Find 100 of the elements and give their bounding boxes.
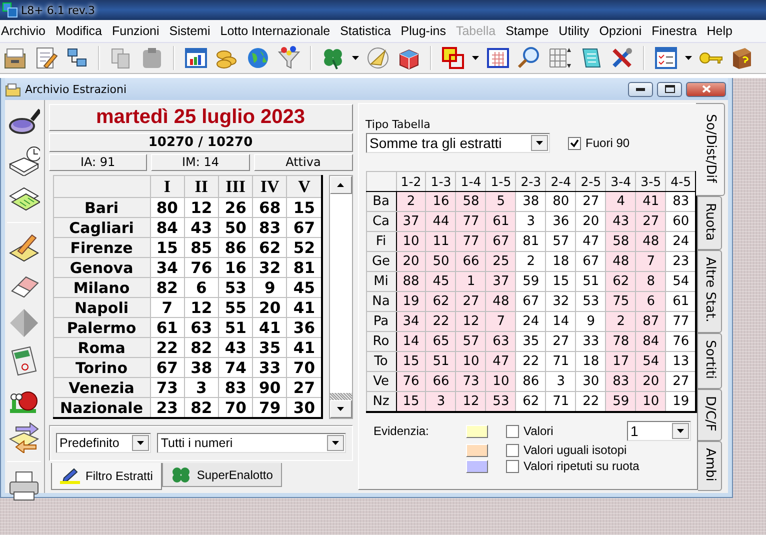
sum-cell: 77 (456, 232, 486, 252)
number-cell: 81 (286, 258, 322, 278)
menu-item[interactable]: Utility (558, 22, 594, 40)
maximize-button[interactable] (657, 82, 682, 96)
menu-item[interactable]: Statistica (339, 22, 396, 40)
color-swatch[interactable] (466, 424, 488, 438)
caret-icon[interactable] (685, 56, 692, 60)
close-button[interactable] (686, 82, 726, 96)
sum-cell: 76 (666, 332, 696, 352)
sum-cell: 13 (666, 352, 696, 372)
sum-cell: 77 (666, 312, 696, 332)
search-icon[interactable] (517, 46, 541, 70)
menu-item[interactable]: Help (706, 22, 738, 40)
wheel-name: Torino (53, 358, 150, 378)
sum-cell: 58 (606, 232, 636, 252)
sum-cell: 27 (636, 212, 666, 232)
draw-date: martedì 25 luglio 2023 (48, 104, 353, 131)
menu-item[interactable]: Lotto Internazionale (219, 22, 336, 40)
sum-cell: 54 (666, 272, 696, 292)
sum-cell: 78 (606, 332, 636, 352)
side-tab[interactable]: Ruota (698, 196, 722, 250)
number-cell: 74 (218, 358, 253, 378)
printer-icon[interactable] (8, 470, 40, 502)
menu-item[interactable]: Sistemi (168, 22, 216, 40)
count-dropdown[interactable]: 1 (626, 421, 691, 441)
sum-cell: 50 (426, 252, 456, 272)
squares-icon[interactable] (441, 46, 465, 70)
number-cell: 38 (184, 358, 218, 378)
edit-icon[interactable] (34, 46, 58, 70)
sum-cell: 48 (636, 232, 666, 252)
sum-cell: 83 (666, 192, 696, 212)
scroll-down-button[interactable] (330, 400, 352, 418)
wheel-name: Bari (53, 198, 150, 218)
tab[interactable]: SuperEnalotto (162, 463, 282, 487)
wheel-name: Nazionale (53, 398, 150, 418)
scroll-up-button[interactable] (330, 176, 352, 194)
checkbox[interactable] (506, 460, 519, 472)
status-label: Attiva (254, 154, 353, 171)
checkbox[interactable] (506, 444, 519, 456)
sum-cell: 25 (486, 252, 516, 272)
caret-icon[interactable] (536, 141, 543, 145)
sum-cell: 10 (486, 372, 516, 392)
column-header: 2-3 (516, 172, 546, 192)
caret-icon[interactable] (136, 441, 144, 445)
sum-cell: 8 (636, 272, 666, 292)
sum-cell: 80 (546, 192, 576, 212)
checkbox[interactable] (568, 136, 581, 150)
tab[interactable]: Filtro Estratti (50, 463, 162, 490)
color-swatch[interactable] (466, 460, 488, 472)
preset-dropdown[interactable]: Predefinito (56, 433, 151, 453)
menu-item[interactable]: Finestra (650, 22, 702, 40)
sum-cell: 33 (576, 332, 606, 352)
sum-cell: 22 (426, 312, 456, 332)
sum-cell: 43 (606, 212, 636, 232)
sum-cell: 24 (666, 232, 696, 252)
checklist-icon[interactable] (654, 46, 678, 70)
table-type-dropdown[interactable]: Somme tra gli estratti (366, 133, 550, 153)
grid-icon[interactable] (548, 46, 572, 70)
menu-item[interactable]: Opzioni (598, 22, 647, 40)
caret-icon[interactable] (472, 56, 479, 60)
calendar-icon[interactable] (486, 46, 510, 70)
menu-item[interactable]: Funzioni (111, 22, 164, 40)
caret-icon[interactable] (676, 429, 684, 433)
numbers-dropdown[interactable]: Tutti i numeri (156, 433, 346, 453)
color-swatch[interactable] (466, 444, 488, 456)
globe-icon[interactable] (246, 46, 270, 70)
minimize-button[interactable] (628, 82, 653, 96)
sum-cell: 4 (606, 192, 636, 212)
sum-cell: 23 (666, 252, 696, 272)
menu-item[interactable]: Archivio (0, 22, 50, 40)
clipboard-icon[interactable] (140, 46, 164, 70)
clover-icon[interactable] (321, 46, 345, 70)
caret-icon[interactable] (332, 441, 339, 445)
menu-item[interactable]: Modifica (54, 22, 108, 40)
sum-cell: 3 (426, 392, 456, 412)
sum-cell: 17 (606, 352, 636, 372)
side-tab[interactable]: Ambi (698, 441, 722, 492)
column-header: IV (252, 176, 287, 198)
side-tab[interactable]: D/C/F (698, 388, 722, 442)
sum-cell: 38 (516, 192, 546, 212)
wheel-code: Ca (366, 212, 396, 232)
sum-cell: 10 (636, 392, 666, 412)
checkbox-label: Fuori 90 (586, 136, 630, 150)
drawer-icon[interactable] (3, 46, 27, 70)
sum-cell: 62 (606, 272, 636, 292)
number-cell: 86 (218, 238, 253, 258)
caret-icon[interactable] (352, 56, 359, 60)
chart-icon[interactable] (184, 46, 208, 70)
scroll-thumb[interactable] (330, 393, 352, 400)
number-cell: 51 (218, 318, 253, 338)
side-tab[interactable]: So/Dist/Dif (696, 103, 726, 196)
wheel-code: Fi (366, 232, 396, 252)
side-tab[interactable]: Altre Stat. (698, 250, 722, 333)
arrows-paper-icon[interactable] (8, 421, 40, 453)
wheel-code: To (366, 352, 396, 372)
menu-item[interactable]: Plug-ins (400, 22, 451, 40)
funnel-icon[interactable] (277, 46, 301, 70)
side-tab[interactable]: Sortiti (698, 332, 722, 389)
menu-item[interactable]: Stampe (504, 22, 554, 40)
checkbox[interactable] (506, 424, 519, 438)
